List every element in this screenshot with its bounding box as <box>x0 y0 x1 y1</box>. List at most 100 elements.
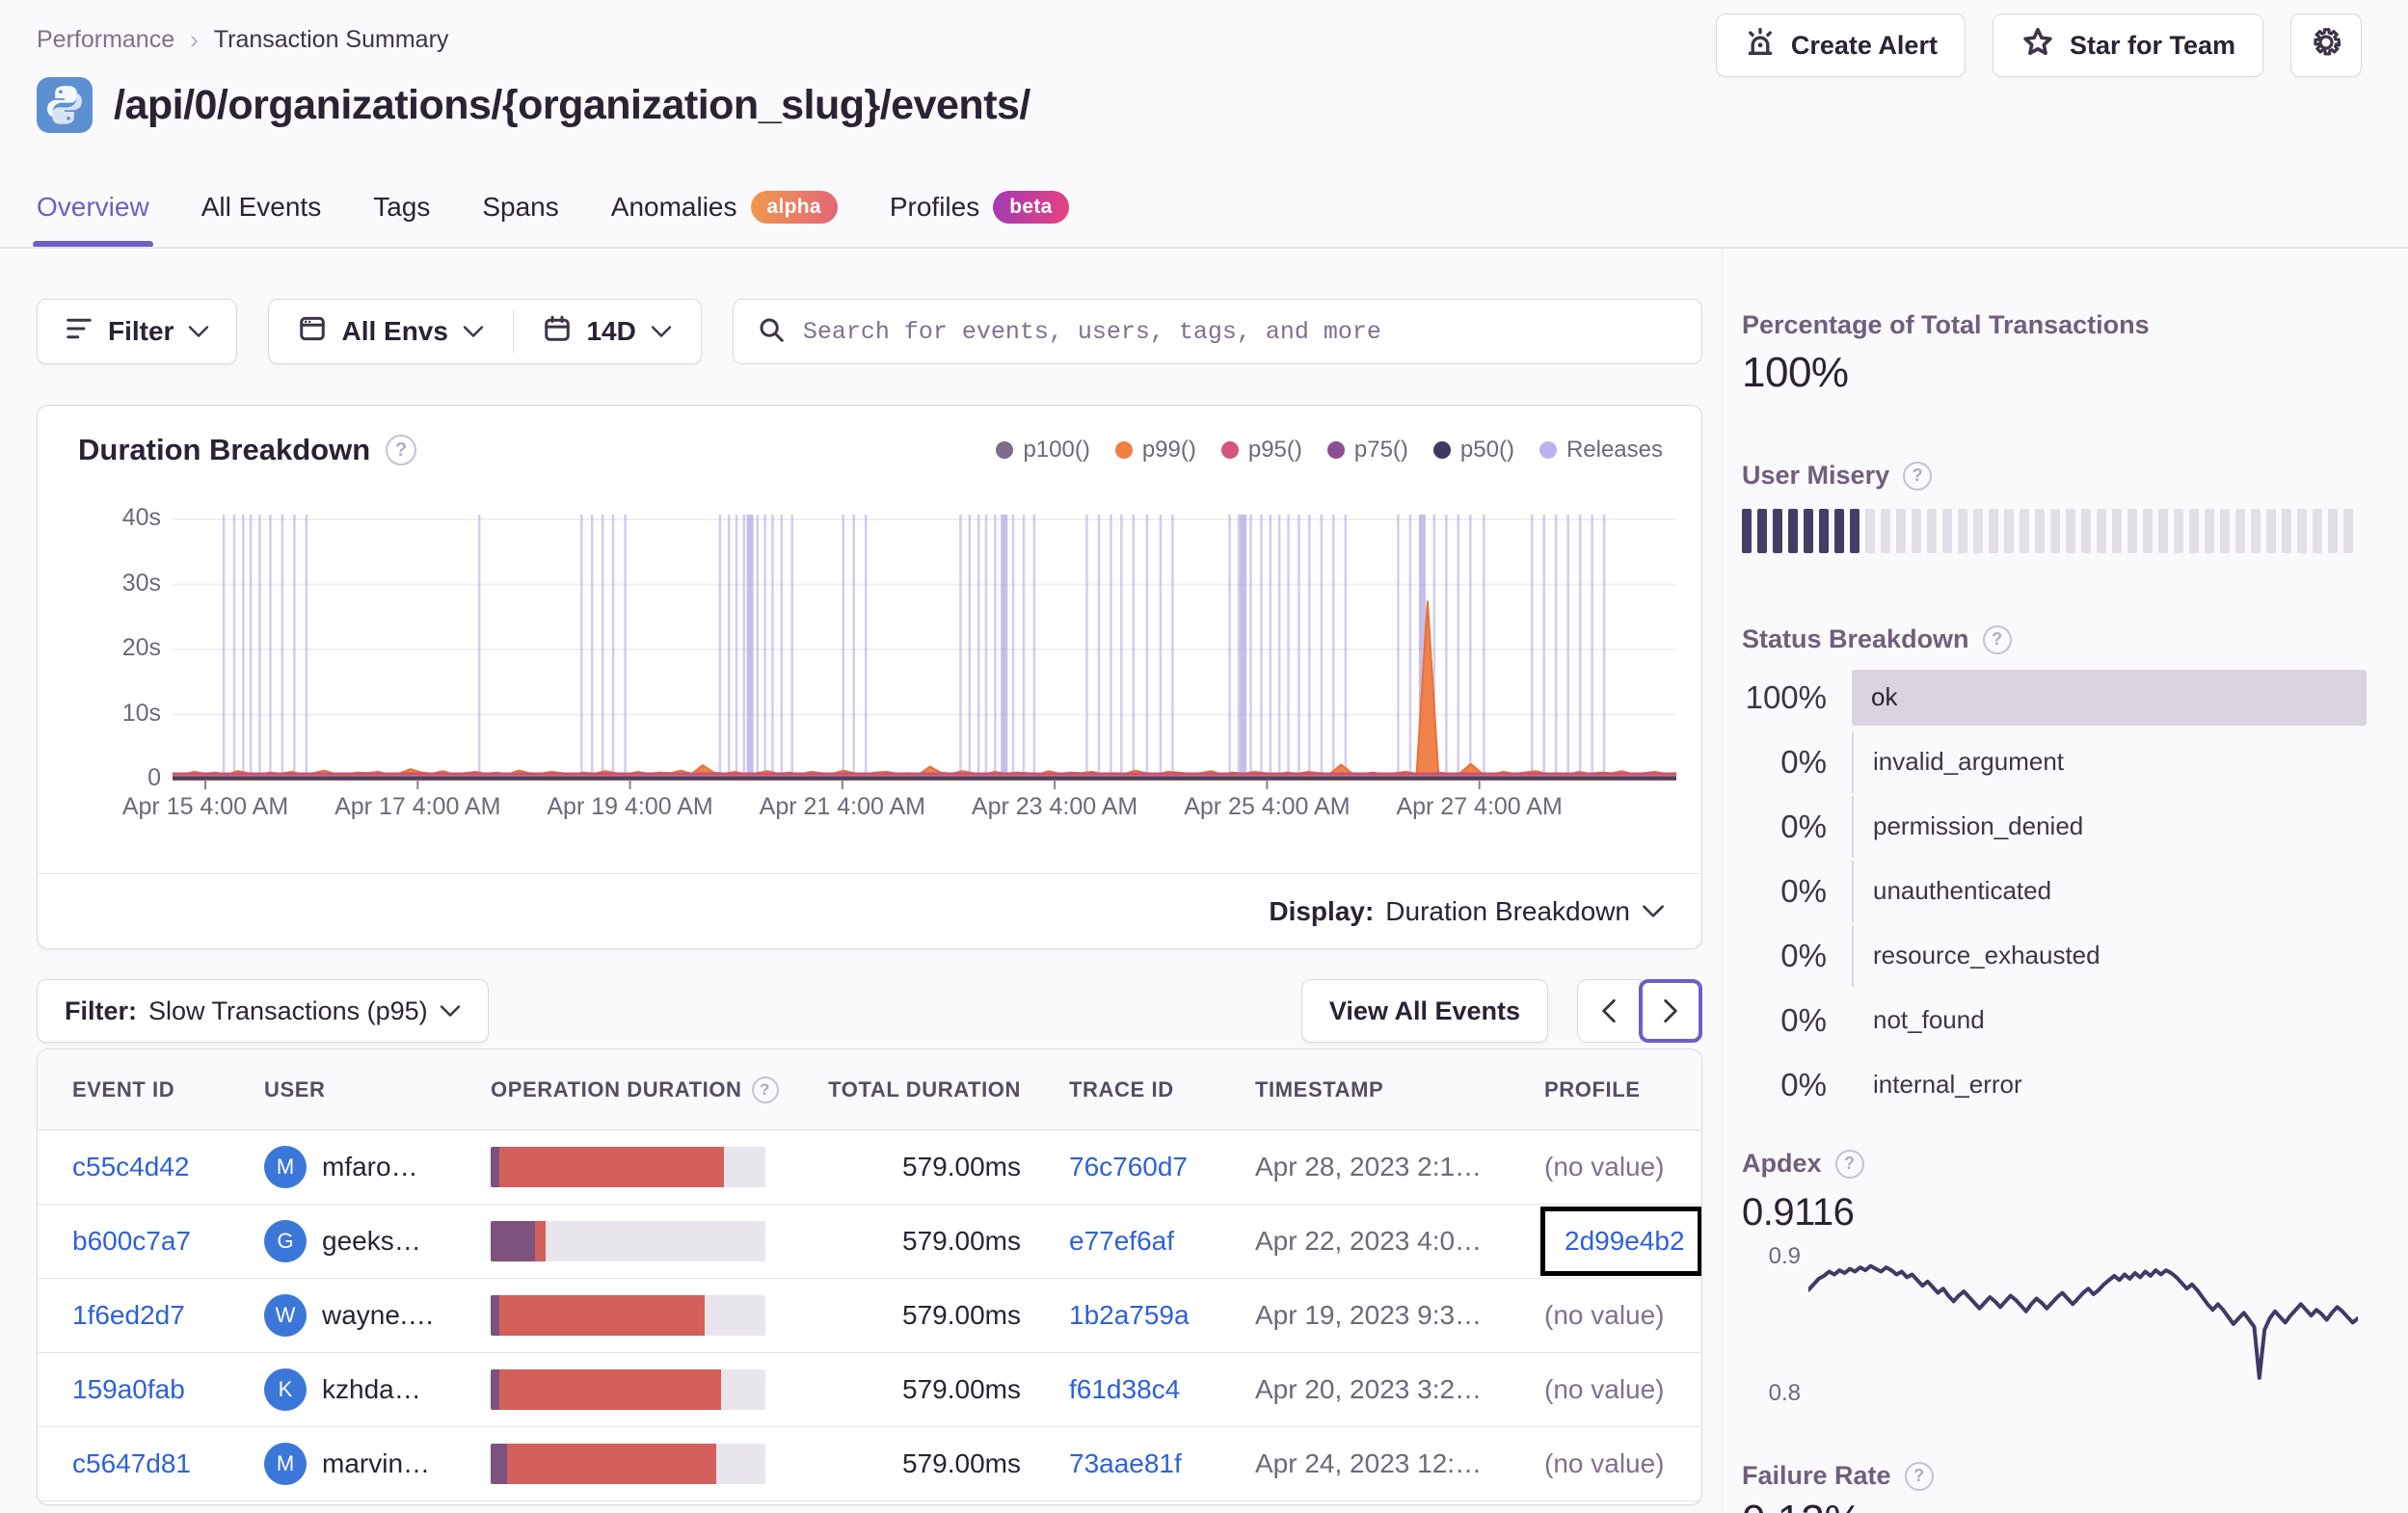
tab-tags[interactable]: Tags <box>373 192 430 248</box>
legend-item-p50[interactable]: p50() <box>1432 437 1514 464</box>
view-all-events-button[interactable]: View All Events <box>1300 979 1548 1043</box>
status-percent: 0% <box>1780 1066 1827 1102</box>
apdex-sparkline <box>1808 1263 2358 1380</box>
legend-dot <box>1326 441 1345 459</box>
column-header-label: USER <box>264 1076 326 1102</box>
apdex-value: 0.9116 <box>1742 1191 1855 1234</box>
column-header-profile: PROFILE <box>1527 1077 1701 1102</box>
tab-profiles[interactable]: Profiles beta <box>890 191 1069 249</box>
timestamp-cell: Apr 19, 2023 9:3… <box>1255 1300 1483 1330</box>
display-selector[interactable]: Display: Duration Breakdown <box>38 873 1701 948</box>
operation-duration-cell <box>491 1147 794 1187</box>
create-alert-button[interactable]: Create Alert <box>1715 13 1966 77</box>
event-id-link[interactable]: c55c4d42 <box>72 1152 189 1181</box>
failure-rate-heading: Failure Rate ? <box>1742 1461 1934 1491</box>
tab-label: All Events <box>201 192 322 222</box>
profile-cell: (no value) <box>1527 1448 1701 1479</box>
user-name: mfaro… <box>322 1152 418 1181</box>
misery-tick-empty <box>2189 509 2199 553</box>
total-duration-cell: 579.00ms <box>902 1226 1021 1256</box>
misery-tick-empty <box>2282 509 2291 553</box>
operation-duration-cell <box>491 1295 794 1336</box>
tab-anomalies[interactable]: Anomalies alpha <box>611 191 838 249</box>
legend-item-Releases[interactable]: Releases <box>1538 437 1663 464</box>
chevron-left-icon <box>1602 998 1616 1023</box>
settings-button[interactable] <box>2290 13 2362 77</box>
failure-rate-value: 0.12% <box>1742 1497 1862 1513</box>
breadcrumb-performance[interactable]: Performance <box>37 26 174 54</box>
status-row-internal_error: 0% internal_error <box>1742 1052 2367 1117</box>
profile-link[interactable]: 2d99e4b2 <box>1565 1226 1685 1257</box>
legend-item-p95[interactable]: p95() <box>1220 437 1302 464</box>
legend-item-p100[interactable]: p100() <box>996 437 1090 464</box>
trace-id-link[interactable]: 73aae81f <box>1069 1448 1182 1478</box>
duration-breakdown-chart <box>173 515 1676 789</box>
misery-tick-empty <box>2035 509 2045 553</box>
help-icon[interactable]: ? <box>1834 1149 1864 1179</box>
trace-id-link[interactable]: e77ef6af <box>1069 1226 1174 1256</box>
misery-tick-empty <box>2220 509 2230 553</box>
help-icon[interactable]: ? <box>1982 624 2012 654</box>
help-icon[interactable]: ? <box>751 1075 779 1103</box>
trace-id-link[interactable]: 1b2a759a <box>1069 1300 1190 1330</box>
user-misery-bar <box>1742 509 2353 553</box>
table-row: c55c4d42 Mmfaro… 579.00ms 76c760d7 Apr 28, 2… <box>38 1130 1701 1205</box>
star-for-team-button[interactable]: Star for Team <box>1992 13 2263 77</box>
next-page-button[interactable] <box>1639 979 1702 1043</box>
table-row: 159a0fab Kkzhda… 579.00ms f61d38c4 Apr 20, 2… <box>38 1353 1701 1427</box>
event-id-link[interactable]: 159a0fab <box>72 1374 185 1404</box>
previous-page-button[interactable] <box>1577 979 1641 1043</box>
events-filter-dropdown[interactable]: Filter: Slow Transactions (p95) <box>37 979 489 1043</box>
column-header-label: OPERATION DURATION <box>491 1076 742 1102</box>
event-id-cell: 1f6ed2d7 <box>38 1300 264 1331</box>
table-body: c55c4d42 Mmfaro… 579.00ms 76c760d7 Apr 28, 2… <box>38 1130 1701 1501</box>
y-tick-label: 30s <box>121 569 161 597</box>
event-id-link[interactable]: b600c7a7 <box>72 1226 191 1256</box>
duration-breakdown-card: Duration Breakdown ? p100() p99() p95() p75… <box>37 405 1702 949</box>
p99-area-series <box>173 600 1676 781</box>
event-id-link[interactable]: 1f6ed2d7 <box>72 1300 185 1330</box>
legend-label: p100() <box>1023 437 1090 463</box>
trace-id-link[interactable]: 76c760d7 <box>1069 1152 1188 1181</box>
alpha-badge: alpha <box>750 191 838 224</box>
tab-all-events[interactable]: All Events <box>201 192 322 248</box>
tab-label: Anomalies <box>610 192 737 222</box>
event-id-link[interactable]: c5647d81 <box>72 1448 191 1478</box>
operation-duration-cell <box>491 1221 794 1261</box>
misery-tick-empty <box>1942 509 1952 553</box>
misery-tick-filled <box>1834 509 1844 553</box>
help-icon[interactable]: ? <box>1903 461 1933 491</box>
search-input[interactable] <box>802 317 1678 346</box>
date-range-selector[interactable]: 14D <box>514 300 700 363</box>
misery-tick-empty <box>2313 509 2322 553</box>
filter-button[interactable]: Filter <box>37 299 238 364</box>
operation-duration-bar <box>491 1369 765 1410</box>
column-header-label: TOTAL DURATION <box>828 1076 1021 1102</box>
help-icon[interactable]: ? <box>1904 1461 1934 1491</box>
misery-tick-empty <box>1865 509 1875 553</box>
misery-tick-empty <box>2205 509 2214 553</box>
event-id-cell: b600c7a7 <box>38 1226 264 1257</box>
legend-dot <box>1220 441 1239 459</box>
events-table: EVENT ID USER OPERATION DURATION? TOTAL DUR… <box>37 1048 1702 1505</box>
trace-id-link[interactable]: f61d38c4 <box>1069 1374 1180 1404</box>
x-tick-label: Apr 25 4:00 AM <box>1184 793 1351 820</box>
misery-tick-empty <box>2112 509 2122 553</box>
total-duration-cell: 579.00ms <box>902 1448 1021 1478</box>
python-platform-icon <box>37 77 93 133</box>
pct-total-label: Percentage of Total Transactions <box>1742 310 2150 339</box>
misery-tick-filled <box>1742 509 1752 553</box>
chevron-down-icon <box>189 326 209 337</box>
legend-item-p99[interactable]: p99() <box>1114 437 1196 464</box>
misery-tick-empty <box>2143 509 2153 553</box>
user-misery-label: User Misery <box>1742 461 1890 490</box>
tab-overview[interactable]: Overview <box>33 192 153 248</box>
misery-tick-empty <box>1973 509 1983 553</box>
help-icon[interactable]: ? <box>386 435 417 465</box>
tab-spans[interactable]: Spans <box>482 192 558 248</box>
y-tick-label: 40s <box>121 504 161 531</box>
environment-selector[interactable]: All Envs <box>269 300 512 363</box>
apdex-heading: Apdex ? <box>1742 1149 1864 1179</box>
legend-item-p75[interactable]: p75() <box>1326 437 1408 464</box>
avatar: M <box>264 1146 307 1188</box>
